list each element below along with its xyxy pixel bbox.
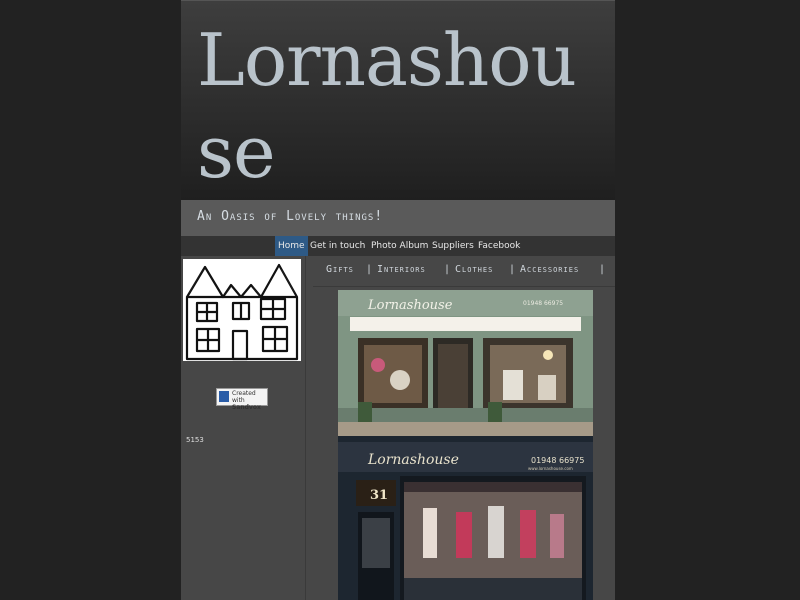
top-phone-text: 01948 66975 [523, 300, 563, 307]
badge-line1: Created with [232, 390, 256, 404]
sandvox-badge[interactable]: Created with Sandvox [216, 388, 268, 411]
nav-item-facebook[interactable]: Facebook [475, 236, 523, 256]
category-separator: | [509, 264, 517, 275]
sidebar: Created with Sandvox 5153 [181, 256, 306, 600]
shop-url-text: www.lornashouse.com [528, 466, 573, 471]
visit-counter: 5153 [186, 436, 204, 444]
sandvox-icon [219, 391, 229, 402]
category-bar: Gifts | Interiors | Clothes | Accessorie… [317, 258, 615, 284]
nav-item-suppliers[interactable]: Suppliers [429, 236, 477, 256]
site-title[interactable]: Lornashouse [197, 14, 607, 198]
category-clothes[interactable]: Clothes [455, 264, 493, 275]
site-tagline: An Oasis of Lovely things! [197, 209, 384, 224]
category-gifts[interactable]: Gifts [326, 264, 354, 275]
nav-item-get-in-touch[interactable]: Get in touch [307, 236, 368, 256]
door-number: 31 [370, 488, 388, 503]
category-accessories[interactable]: Accessories [520, 264, 579, 275]
page: Lornashouse An Oasis of Lovely things! H… [181, 0, 615, 600]
bottom-sign-text: Lornashouse [367, 452, 459, 468]
site-header: Lornashouse [181, 0, 615, 200]
shopfront-photo: Lornashouse 01948 66975 Lornashouse 0194… [338, 290, 593, 600]
category-separator: | [444, 264, 452, 275]
category-divider [313, 286, 615, 287]
category-separator: | [599, 264, 607, 275]
nav-item-photo-album[interactable]: Photo Album [368, 236, 431, 256]
nav-item-home[interactable]: Home [275, 236, 308, 256]
house-sketch-icon [185, 263, 299, 361]
shopfront-image: Lornashouse 01948 66975 Lornashouse 0194… [338, 290, 593, 600]
bottom-phone-text: 01948 66975 [531, 456, 584, 465]
badge-line2: Sandvox [232, 404, 261, 411]
house-logo [183, 259, 301, 361]
main-nav: Home Get in touch Photo Album Suppliers … [181, 236, 615, 256]
category-interiors[interactable]: Interiors [377, 264, 426, 275]
category-separator: | [366, 264, 374, 275]
tagline-bar: An Oasis of Lovely things! [181, 200, 615, 236]
top-sign-text: Lornashouse [367, 298, 453, 313]
